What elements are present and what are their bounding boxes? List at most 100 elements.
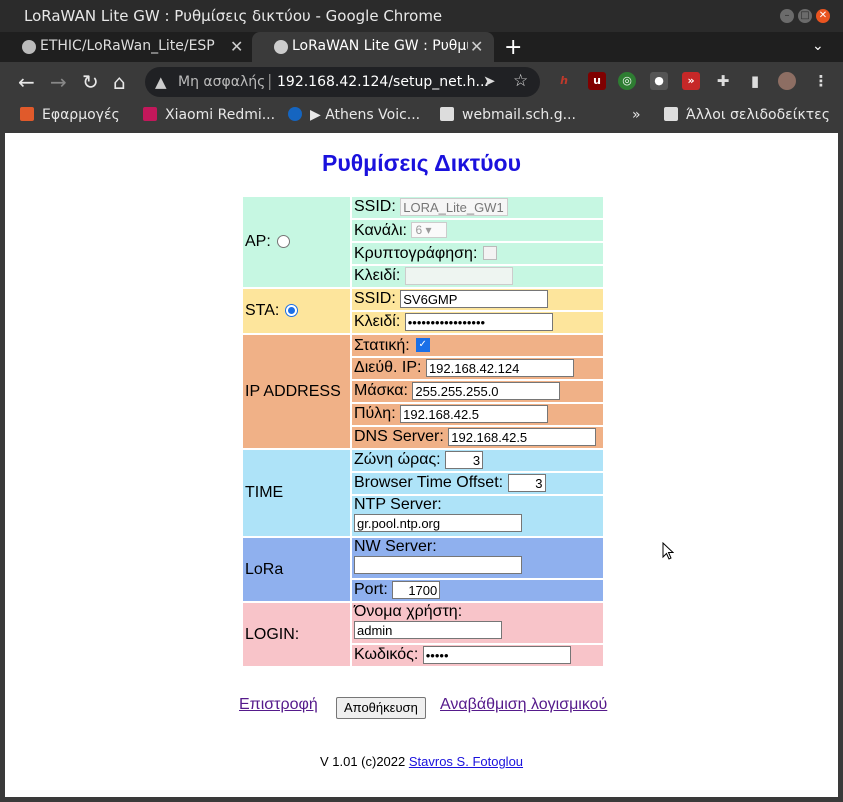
puzzle-icon[interactable]: ✚ bbox=[714, 72, 732, 90]
url-text[interactable]: 192.168.42.124/setup_net.h... bbox=[277, 74, 489, 90]
upgrade-link[interactable]: Αναβάθμιση λογισμικού bbox=[440, 696, 607, 714]
ip-address-label: Διεύθ. IP: bbox=[354, 359, 422, 377]
tab-label: LoRaWAN Lite GW : Ρυθμί bbox=[292, 38, 468, 54]
ap-key-label: Κλειδί: bbox=[354, 267, 401, 285]
sta-ssid-label: SSID: bbox=[354, 290, 396, 308]
sta-radio[interactable] bbox=[285, 304, 299, 318]
bookmark-star-icon[interactable]: ☆ bbox=[513, 71, 528, 91]
extension-red-icon[interactable]: » bbox=[682, 72, 700, 90]
ap-section: AP: bbox=[243, 197, 350, 287]
warning-icon[interactable]: ▲ bbox=[155, 73, 167, 91]
forward-icon[interactable]: → bbox=[50, 70, 67, 94]
password-input[interactable] bbox=[422, 646, 571, 665]
settings-table: AP: SSID: Κανάλι: 6 ▾ Κρυπτογράφηση: Κλε… bbox=[241, 195, 605, 668]
sta-key-label: Κλειδί: bbox=[354, 313, 401, 331]
close-window-button[interactable]: ✕ bbox=[816, 9, 830, 23]
share-icon[interactable]: ➤ bbox=[483, 72, 496, 90]
username-input[interactable] bbox=[354, 621, 502, 639]
ip-static-label: Στατική: bbox=[354, 336, 410, 354]
bookmark-webmail[interactable]: webmail.sch.g... bbox=[440, 107, 576, 123]
ap-key-input[interactable] bbox=[404, 267, 513, 286]
new-tab-icon[interactable]: + bbox=[504, 35, 522, 60]
ip-section: IP ADDRESS bbox=[243, 335, 350, 448]
maximize-button[interactable]: □ bbox=[798, 9, 812, 23]
xiaomi-icon bbox=[143, 107, 157, 121]
window-titlebar: LoRaWAN Lite GW : Ρυθμίσεις δικτύου - Go… bbox=[0, 0, 843, 32]
ap-ssid-label: SSID: bbox=[354, 198, 396, 216]
ip-mask-input[interactable] bbox=[412, 382, 561, 401]
github-icon bbox=[22, 40, 36, 54]
ap-ssid-input[interactable] bbox=[400, 198, 509, 217]
ip-dns-label: DNS Server: bbox=[354, 428, 444, 446]
minimize-button[interactable]: – bbox=[780, 9, 794, 23]
time-zone-label: Ζώνη ώρας: bbox=[354, 451, 441, 469]
bookmark-athens[interactable]: ▶ Athens Voic... bbox=[288, 107, 420, 123]
footer-text: V 1.01 (c)2022 bbox=[319, 754, 409, 769]
lora-label: LoRa bbox=[245, 560, 284, 578]
extension-h-icon[interactable]: h bbox=[555, 72, 573, 90]
more-bookmarks-icon[interactable]: » bbox=[632, 107, 641, 123]
ap-channel-select[interactable]: 6 ▾ bbox=[411, 222, 448, 239]
other-bookmarks-label: Άλλοι σελιδοδείκτες bbox=[686, 107, 830, 123]
time-section: TIME bbox=[243, 450, 350, 536]
divider: | bbox=[267, 71, 273, 90]
back-icon[interactable]: ← bbox=[18, 70, 35, 94]
close-tab-icon[interactable]: ✕ bbox=[470, 37, 483, 56]
bookmark-label: Xiaomi Redmi... bbox=[165, 107, 276, 123]
author-link[interactable]: Stavros S. Fotoglou bbox=[409, 754, 523, 769]
home-icon[interactable]: ⌂ bbox=[113, 70, 126, 94]
other-bookmarks[interactable]: Άλλοι σελιδοδείκτες bbox=[664, 107, 830, 123]
bookmark-label: webmail.sch.g... bbox=[462, 107, 576, 123]
back-link[interactable]: Επιστροφή bbox=[239, 696, 318, 714]
browser-offset-input[interactable] bbox=[507, 474, 546, 493]
bookmark-apps[interactable]: Εφαρμογές bbox=[20, 107, 120, 123]
ip-gateway-input[interactable] bbox=[400, 405, 549, 424]
ap-radio[interactable] bbox=[276, 235, 290, 249]
username-label: Όνομα χρήστη: bbox=[354, 603, 463, 620]
lora-section: LoRa bbox=[243, 538, 350, 601]
browser-toolbar: ← → ↻ ⌂ ▲ Μη ασφαλής | 192.168.42.124/se… bbox=[0, 62, 843, 102]
nw-server-input[interactable] bbox=[354, 556, 522, 574]
password-label: Κωδικός: bbox=[354, 646, 419, 664]
webmail-icon bbox=[440, 107, 454, 121]
bookmark-label: ▶ Athens Voic... bbox=[310, 107, 421, 123]
mouse-cursor-icon bbox=[662, 542, 674, 560]
time-zone-input[interactable] bbox=[445, 451, 484, 470]
save-button[interactable]: Αποθήκευση bbox=[336, 697, 426, 719]
bookmark-label: Εφαρμογές bbox=[42, 107, 120, 123]
ap-channel-value: 6 bbox=[415, 223, 423, 238]
ip-address-input[interactable] bbox=[425, 359, 574, 378]
ntp-server-input[interactable] bbox=[354, 514, 522, 532]
sta-key-input[interactable] bbox=[404, 313, 553, 332]
window-title: LoRaWAN Lite GW : Ρυθμίσεις δικτύου - Go… bbox=[24, 7, 443, 25]
chevron-down-icon[interactable]: ⌄ bbox=[812, 38, 824, 54]
time-label: TIME bbox=[245, 484, 284, 501]
security-label[interactable]: Μη ασφαλής bbox=[178, 74, 265, 90]
tab-ethic[interactable]: ETHIC/LoRaWan_Lite/ESP ✕ bbox=[0, 32, 252, 62]
extension-icon[interactable]: ● bbox=[650, 72, 668, 90]
ntp-server-label: NTP Server: bbox=[354, 496, 442, 513]
chrome-extension-icon[interactable]: ◎ bbox=[618, 72, 636, 90]
ublock-icon[interactable]: u bbox=[588, 72, 606, 90]
sidepanel-icon[interactable]: ▮ bbox=[746, 72, 764, 90]
ip-label: IP ADDRESS bbox=[245, 382, 341, 400]
close-tab-icon[interactable]: ✕ bbox=[230, 37, 243, 56]
address-bar[interactable]: ▲ Μη ασφαλής | 192.168.42.124/setup_net.… bbox=[145, 67, 540, 97]
ip-dns-input[interactable] bbox=[448, 428, 597, 447]
sta-label: STA: bbox=[245, 302, 280, 319]
avatar[interactable] bbox=[778, 72, 796, 90]
browser-offset-label: Browser Time Offset: bbox=[354, 474, 504, 492]
sta-ssid-input[interactable] bbox=[400, 290, 549, 309]
menu-icon[interactable]: ⋮ bbox=[812, 72, 830, 90]
reload-icon[interactable]: ↻ bbox=[82, 70, 99, 94]
login-section: LOGIN: bbox=[243, 603, 350, 666]
page-content: Ρυθμίσεις Δικτύου AP: SSID: Κανάλι: 6 ▾ … bbox=[5, 133, 838, 797]
page-title: Ρυθμίσεις Δικτύου bbox=[322, 150, 521, 176]
tab-setup-net[interactable]: LoRaWAN Lite GW : Ρυθμί ✕ bbox=[252, 32, 494, 62]
lora-port-input[interactable] bbox=[392, 581, 441, 600]
globe-icon bbox=[274, 40, 288, 54]
ap-encryption-checkbox[interactable] bbox=[483, 246, 498, 261]
bookmark-xiaomi[interactable]: Xiaomi Redmi... bbox=[143, 107, 275, 123]
ip-static-checkbox[interactable]: ✓ bbox=[415, 338, 430, 353]
lora-port-label: Port: bbox=[354, 581, 388, 599]
